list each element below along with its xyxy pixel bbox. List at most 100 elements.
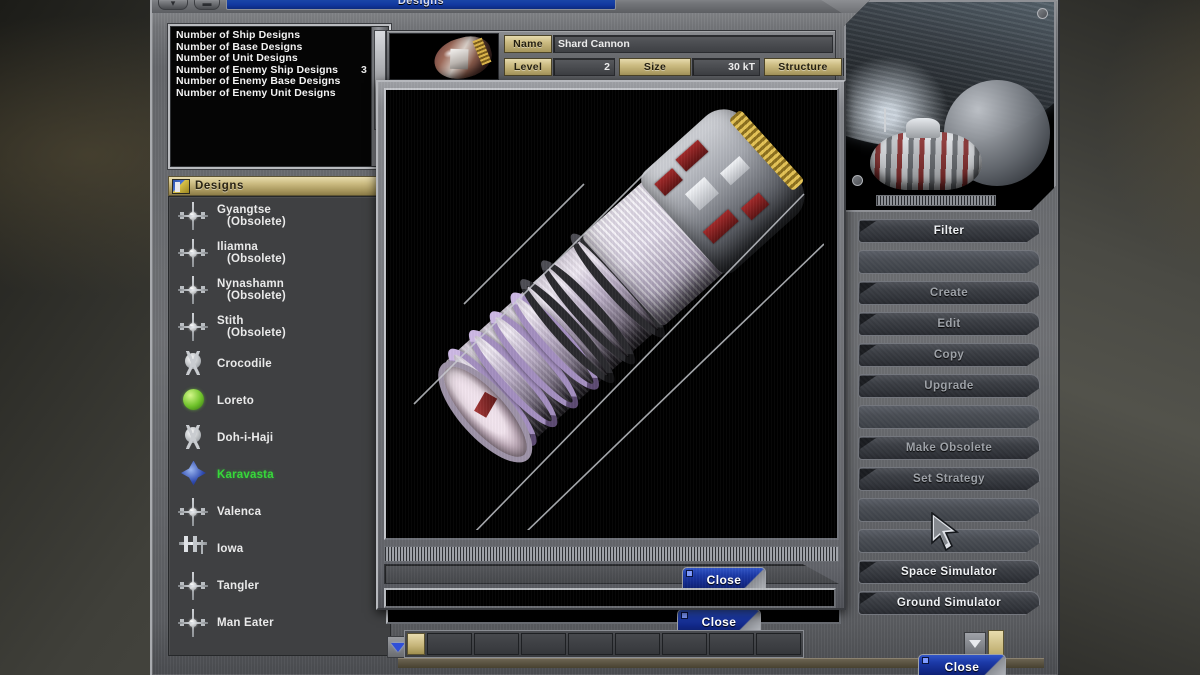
ship-cross-icon xyxy=(173,310,213,344)
component-slot-strip[interactable] xyxy=(404,630,804,658)
info-row: Number of Ship Designs xyxy=(176,29,367,42)
designs-list[interactable]: Gyangtse (Obsolete) Iliamna (Obsolete) Nynas… xyxy=(168,196,391,656)
design-list-item[interactable]: Iowa xyxy=(169,530,390,567)
design-list-item[interactable]: Valenca xyxy=(169,493,390,530)
design-status: (Obsolete) xyxy=(227,326,286,339)
action-button-edit[interactable]: Edit xyxy=(858,312,1040,336)
design-name: Valenca xyxy=(217,505,262,518)
rivet-icon xyxy=(1037,8,1048,19)
action-button-copy[interactable]: Copy xyxy=(858,343,1040,367)
info-row-label: Number of Ship Designs xyxy=(176,29,301,41)
design-name: Loreto xyxy=(217,394,254,407)
action-button-set-strategy[interactable]: Set Strategy xyxy=(858,467,1040,491)
main-close-button[interactable]: Close xyxy=(918,654,1006,675)
sphere-green-icon xyxy=(173,384,213,418)
designs-icon xyxy=(172,178,190,194)
slot-scroll-down[interactable] xyxy=(964,632,986,656)
action-button-empty xyxy=(858,529,1040,553)
design-name: Gyangtse (Obsolete) xyxy=(217,203,286,228)
action-button-label: Ground Simulator xyxy=(896,597,1002,609)
action-button-label: Space Simulator xyxy=(900,566,998,578)
design-list-item[interactable]: Nynashamn (Obsolete) xyxy=(169,271,390,308)
design-status: (Obsolete) xyxy=(227,215,286,228)
action-button-space-simulator[interactable]: Space Simulator xyxy=(858,560,1040,584)
model-dialog-grille xyxy=(384,546,839,562)
name-value[interactable]: Shard Cannon xyxy=(553,35,833,53)
vent-grille xyxy=(876,195,996,206)
structure-label: Structure xyxy=(764,58,842,76)
component-slot-empty[interactable] xyxy=(756,633,801,655)
size-label: Size xyxy=(619,58,691,76)
action-button-label: Filter xyxy=(933,225,965,237)
ship-cross-icon xyxy=(173,495,213,529)
design-name: Stith (Obsolete) xyxy=(217,314,286,339)
action-button-label: Create xyxy=(929,287,969,299)
design-name: Doh-i-Haji xyxy=(217,431,274,444)
component-slot-empty[interactable] xyxy=(662,633,707,655)
desktop-right-backdrop xyxy=(1058,0,1200,675)
design-list-item[interactable]: Man Eater xyxy=(169,604,390,641)
bottom-close-label: Close xyxy=(701,615,737,629)
component-slot-empty[interactable] xyxy=(427,633,472,655)
model-dialog-status-field xyxy=(384,588,836,608)
shard-cannon-model xyxy=(404,98,824,530)
component-slot-empty[interactable] xyxy=(709,633,754,655)
design-list-item[interactable]: Loreto xyxy=(169,382,390,419)
action-button-empty xyxy=(858,405,1040,429)
action-button-ground-simulator[interactable]: Ground Simulator xyxy=(858,591,1040,615)
design-list-item[interactable]: Crocodile xyxy=(169,345,390,382)
designs-panel-title: Designs xyxy=(195,180,244,192)
design-name: Man Eater xyxy=(217,616,274,629)
design-list-item[interactable]: Iliamna (Obsolete) xyxy=(169,234,390,271)
design-list-item[interactable]: Tangler xyxy=(169,567,390,604)
design-status: (Obsolete) xyxy=(227,289,286,302)
space-scene-preview xyxy=(844,0,1056,212)
chevron-down-icon[interactable]: ▾ xyxy=(158,0,188,10)
level-label: Level xyxy=(504,58,552,76)
component-stats-bar: Name Shard Cannon Level 2 Size 30 kT Str… xyxy=(386,30,909,82)
ship-cross-icon xyxy=(173,606,213,640)
level-value: 2 xyxy=(553,58,615,76)
action-button-filter[interactable]: Filter xyxy=(858,219,1040,243)
ship-triple-icon xyxy=(173,421,213,455)
component-3d-model[interactable] xyxy=(384,88,839,540)
design-name: Iliamna (Obsolete) xyxy=(217,240,286,265)
design-name: Crocodile xyxy=(217,357,272,370)
design-list-item[interactable]: Gyangtse (Obsolete) xyxy=(169,197,390,234)
design-list-item[interactable]: Stith (Obsolete) xyxy=(169,308,390,345)
component-slot-empty[interactable] xyxy=(521,633,566,655)
component-slot-empty[interactable] xyxy=(568,633,613,655)
minimize-icon[interactable]: ▬ xyxy=(194,0,220,10)
ship-cross-icon xyxy=(173,236,213,270)
component-slot-empty[interactable] xyxy=(615,633,660,655)
model-wireframe xyxy=(413,163,824,530)
design-name: Nynashamn (Obsolete) xyxy=(217,277,286,302)
left-column: Number of Ship Designs Number of Base Des… xyxy=(168,24,409,662)
design-name: Iowa xyxy=(217,542,244,555)
component-thumbnail xyxy=(389,33,499,80)
action-button-upgrade[interactable]: Upgrade xyxy=(858,374,1040,398)
action-button-make-obsolete[interactable]: Make Obsolete xyxy=(858,436,1040,460)
info-panel-rows: Number of Ship Designs Number of Base Des… xyxy=(176,29,367,100)
action-button-empty xyxy=(858,250,1040,274)
component-slot-empty[interactable] xyxy=(474,633,519,655)
ship-cross-icon xyxy=(173,569,213,603)
rivet-icon xyxy=(852,175,863,186)
window-title: Designs xyxy=(226,0,616,10)
info-panel: Number of Ship Designs Number of Base Des… xyxy=(168,24,391,169)
size-value: 30 kT xyxy=(692,58,760,76)
action-button-empty xyxy=(858,498,1040,522)
sphere-blue-icon xyxy=(173,458,213,492)
action-button-column: Filter Create Edit Copy Upgrade Make Obsolete… xyxy=(858,219,1048,622)
chevron-down-icon xyxy=(391,642,405,652)
action-button-create[interactable]: Create xyxy=(858,281,1040,305)
designs-panel-header: Designs xyxy=(168,176,391,196)
action-button-label: Set Strategy xyxy=(913,473,985,485)
design-status: (Obsolete) xyxy=(227,252,286,265)
design-list-item[interactable]: Karavasta xyxy=(169,456,390,493)
component-slot-filled[interactable] xyxy=(407,633,425,655)
space-station-graphic xyxy=(870,108,982,190)
design-list-item[interactable]: Doh-i-Haji xyxy=(169,419,390,456)
ship-cross-icon xyxy=(173,273,213,307)
ship-triple-icon xyxy=(173,347,213,381)
